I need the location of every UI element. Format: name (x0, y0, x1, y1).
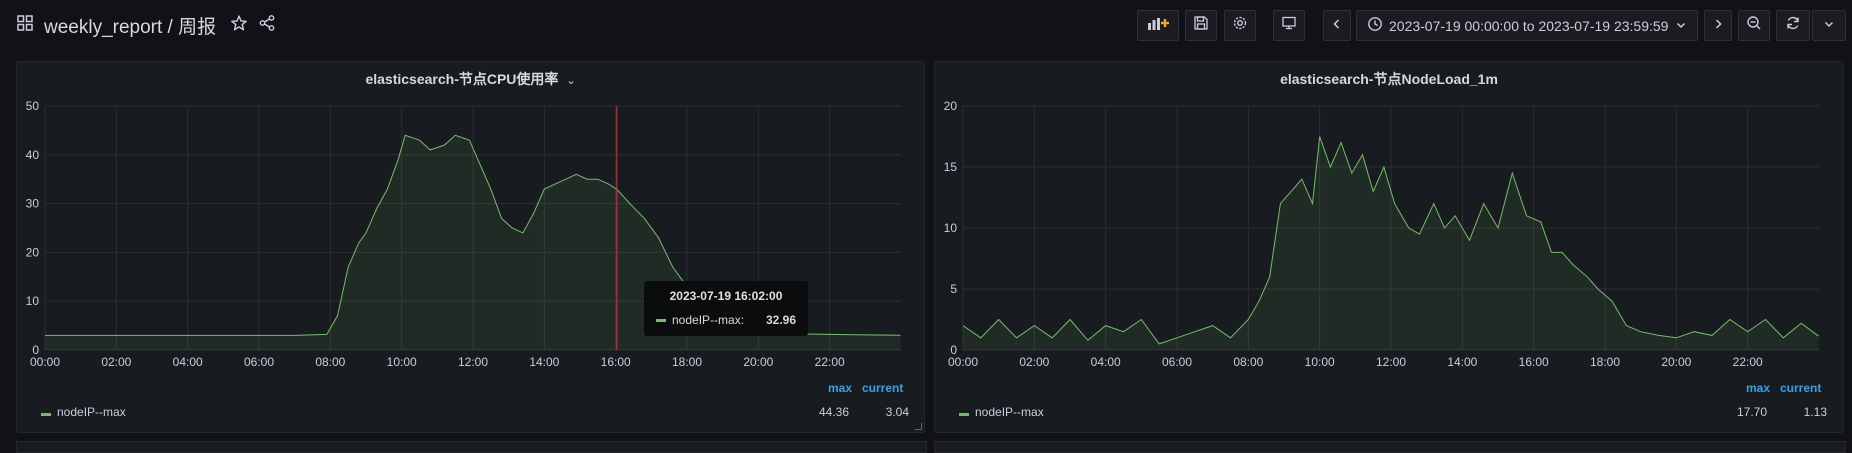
legend-header-max[interactable]: max (828, 381, 852, 395)
zoom-out-icon (1746, 15, 1762, 36)
y-tick-label: 50 (26, 99, 40, 113)
legend-current-value: 1.13 (1803, 405, 1827, 419)
x-tick-label: 22:00 (1733, 355, 1763, 369)
next-time-icon (1712, 17, 1724, 35)
legend-series-name: nodeIP--max (975, 405, 1044, 419)
x-tick-label: 14:00 (1447, 355, 1477, 369)
legend-max-value: 17.70 (1736, 405, 1767, 419)
x-tick-label: 08:00 (315, 355, 345, 369)
x-tick-label: 04:00 (1091, 355, 1121, 369)
panel-cpu-usage: elasticsearch-节点CPU使用率 ⌄ 0 10 20 30 40 50 00:0… (16, 61, 925, 433)
tooltip-series-row: nodeIP--max: 32.96 (656, 313, 796, 327)
x-tick-label: 06:00 (1162, 355, 1192, 369)
dashboard-grid-icon[interactable] (16, 14, 34, 37)
save-dashboard-button[interactable] (1185, 10, 1217, 41)
y-tick-label: 40 (26, 148, 40, 162)
x-tick-label: 00:00 (30, 355, 60, 369)
x-tick-label: 20:00 (1661, 355, 1691, 369)
x-tick-label: 06:00 (244, 355, 274, 369)
y-tick-label: 30 (26, 197, 40, 211)
time-range-picker[interactable]: 2023-07-19 00:00:00 to 2023-07-19 23:59:… (1356, 10, 1698, 41)
legend-header-max[interactable]: max (1746, 381, 1770, 395)
tooltip-series-name: nodeIP--max: (672, 313, 745, 327)
dashboard-settings-button[interactable] (1224, 10, 1256, 41)
tooltip-time: 2023-07-19 16:02:00 (669, 289, 783, 303)
y-tick-label: 10 (944, 221, 958, 235)
time-range-forward-button[interactable] (1704, 10, 1732, 41)
share-icon[interactable] (258, 14, 276, 37)
prev-time-icon (1331, 17, 1343, 35)
legend-header-current[interactable]: current (862, 381, 903, 395)
tv-mode-icon (1281, 15, 1297, 36)
tv-mode-button[interactable] (1273, 10, 1305, 41)
x-tick-label: 14:00 (529, 355, 559, 369)
legend-max-value: 44.36 (818, 405, 849, 419)
graph-tooltip: 2023-07-19 16:02:00 nodeIP--max: 32.96 (644, 281, 808, 336)
node-load-chart[interactable]: 0510152000:00 02:00 04:00 06:00 08:00 10:00 12… (935, 62, 1845, 434)
legend-header-current[interactable]: current (1780, 381, 1821, 395)
time-range-back-button[interactable] (1323, 10, 1351, 41)
y-tick-label: 10 (26, 294, 40, 308)
y-tick-label: 5 (950, 282, 957, 296)
time-range-label: 2023-07-19 00:00:00 to 2023-07-19 23:59:… (1389, 17, 1669, 34)
x-tick-label: 02:00 (1019, 355, 1049, 369)
zoom-out-button[interactable] (1738, 10, 1770, 41)
series-color-swatch (41, 413, 51, 416)
panel-resize-handle[interactable] (915, 423, 922, 430)
clock-icon (1367, 16, 1383, 35)
refresh-interval-picker[interactable] (1812, 10, 1846, 41)
legend-series-item[interactable]: nodeIP--max (41, 405, 126, 419)
next-panel-edge (934, 441, 1846, 453)
next-panel-edge (16, 441, 927, 453)
x-tick-label: 16:00 (1519, 355, 1549, 369)
refresh-interval-chevron-icon (1823, 17, 1835, 35)
x-tick-label: 12:00 (1376, 355, 1406, 369)
legend-current-value: 3.04 (885, 405, 909, 419)
add-panel-button[interactable] (1137, 10, 1179, 41)
save-icon (1193, 15, 1209, 36)
dashboard-navbar: weekly_report / 周报 2023-07-19 00:00:00 t… (0, 0, 1852, 50)
x-tick-label: 12:00 (458, 355, 488, 369)
x-tick-label: 04:00 (173, 355, 203, 369)
x-tick-label: 10:00 (1305, 355, 1335, 369)
x-tick-label: 20:00 (743, 355, 773, 369)
cpu-usage-chart[interactable]: 0102030405000:00 02:00 04:00 06:00 08:00 10:0… (17, 62, 926, 434)
x-tick-label: 16:00 (601, 355, 631, 369)
series-color-swatch (959, 413, 969, 416)
refresh-icon (1785, 15, 1801, 36)
panel-node-load: elasticsearch-节点NodeLoad_1m 0 5 10 15 20 00:0… (934, 61, 1844, 433)
x-tick-label: 02:00 (101, 355, 131, 369)
x-tick-label: 22:00 (815, 355, 845, 369)
y-tick-label: 20 (944, 99, 958, 113)
legend-series-name: nodeIP--max (57, 405, 126, 419)
x-tick-label: 10:00 (387, 355, 417, 369)
tooltip-value: 32.96 (765, 313, 796, 327)
settings-icon (1232, 15, 1248, 36)
add-panel-icon (1146, 15, 1170, 36)
x-tick-label: 18:00 (1590, 355, 1620, 369)
x-tick-label: 00:00 (948, 355, 978, 369)
chevron-down-icon (1675, 18, 1687, 34)
refresh-dashboard-button[interactable] (1776, 10, 1810, 41)
y-tick-label: 15 (944, 160, 958, 174)
x-tick-label: 18:00 (672, 355, 702, 369)
star-icon[interactable] (230, 14, 248, 37)
tooltip-series-swatch (656, 318, 666, 322)
dashboard-title-area: weekly_report / 周报 (16, 12, 276, 39)
y-tick-label: 20 (26, 245, 40, 259)
legend-series-item[interactable]: nodeIP--max (959, 405, 1044, 419)
x-tick-label: 08:00 (1233, 355, 1263, 369)
dashboard-title[interactable]: weekly_report / 周报 (44, 12, 216, 39)
